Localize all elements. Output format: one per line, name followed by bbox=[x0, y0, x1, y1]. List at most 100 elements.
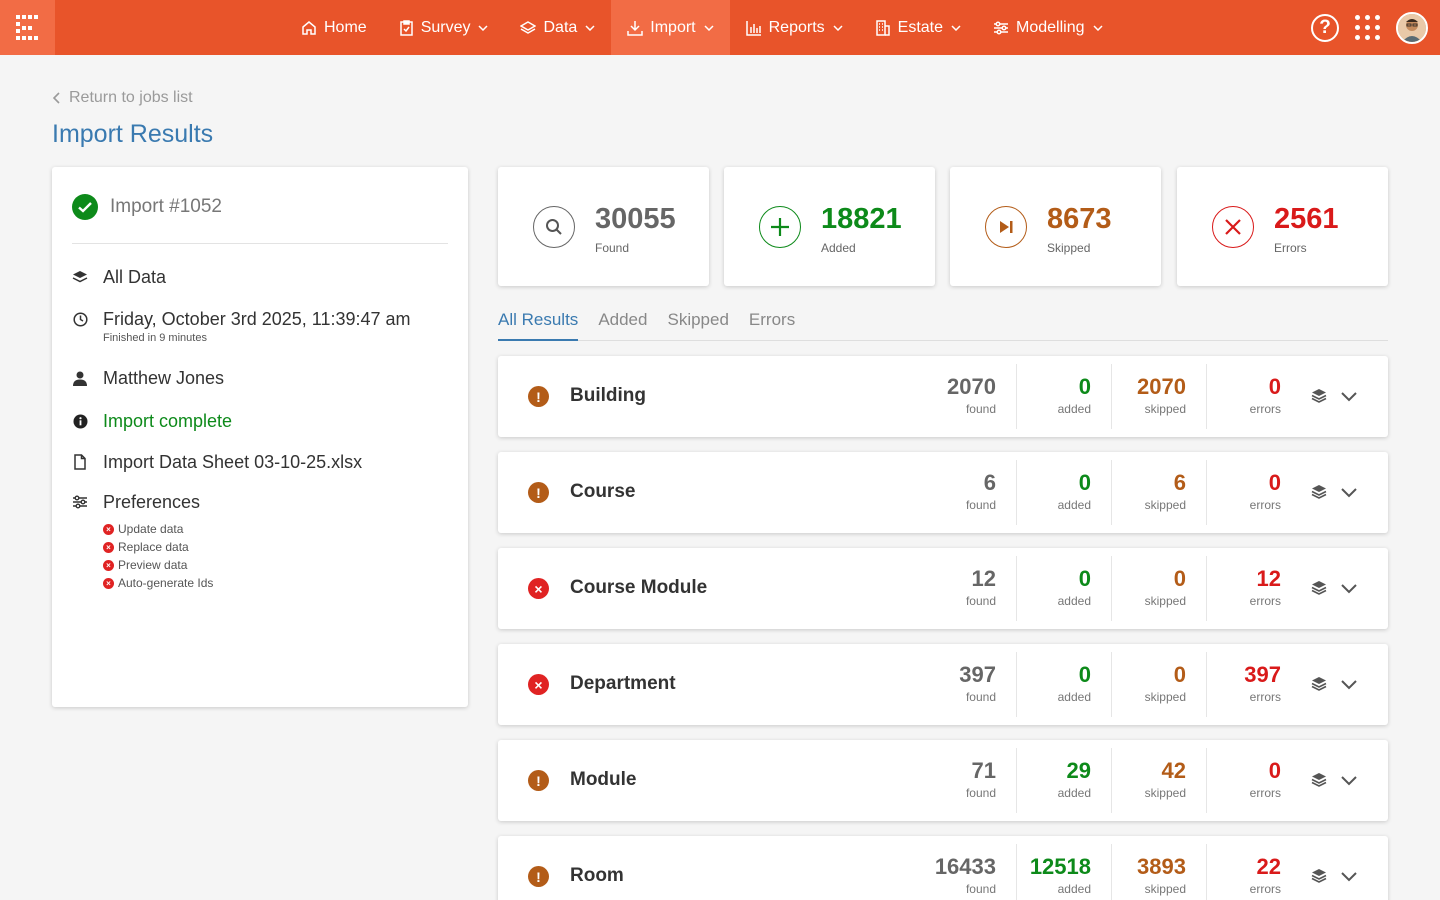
nav-reports[interactable]: Reports bbox=[730, 0, 859, 55]
close-icon bbox=[1212, 206, 1254, 248]
expand-chevron-icon[interactable] bbox=[1341, 581, 1357, 599]
cell-divider bbox=[1206, 652, 1207, 717]
errors-label: errors bbox=[1249, 786, 1281, 800]
stat-card-skipped: 8673 Skipped bbox=[950, 167, 1161, 286]
entity-name: Course Module bbox=[570, 577, 708, 598]
user-avatar[interactable] bbox=[1396, 11, 1428, 44]
result-row-department[interactable]: × Department 397 found 0 added 0 skipped 39… bbox=[498, 644, 1388, 725]
plus-icon bbox=[759, 206, 801, 248]
cell-divider bbox=[1206, 364, 1207, 429]
result-row-building[interactable]: ! Building 2070 found 0 added 2070 skipped … bbox=[498, 356, 1388, 437]
cell-divider bbox=[1111, 844, 1112, 900]
added-label: added bbox=[1057, 882, 1091, 896]
cell-divider bbox=[1206, 844, 1207, 900]
nav-label: Data bbox=[543, 18, 578, 36]
entity-name: Department bbox=[570, 673, 676, 694]
import-duration: Finished in 9 minutes bbox=[103, 332, 207, 344]
nav-home[interactable]: Home bbox=[285, 0, 383, 55]
nav-import[interactable]: Import bbox=[611, 0, 730, 55]
found-label: found bbox=[965, 786, 996, 800]
bar-chart-icon bbox=[745, 20, 761, 36]
error-icon: × bbox=[528, 674, 549, 695]
return-link-label: Return to jobs list bbox=[69, 89, 193, 106]
tab-errors[interactable]: Errors bbox=[749, 310, 795, 341]
layers-icon[interactable] bbox=[1311, 676, 1327, 696]
cell-divider bbox=[1016, 844, 1017, 900]
cell-divider bbox=[1111, 460, 1112, 525]
preferences-label: Preferences bbox=[103, 492, 201, 512]
app-logo[interactable] bbox=[0, 0, 55, 55]
tab-all-results[interactable]: All Results bbox=[498, 310, 579, 341]
nav-modelling[interactable]: Modelling bbox=[977, 0, 1118, 55]
expand-chevron-icon[interactable] bbox=[1341, 389, 1357, 407]
nav-estate[interactable]: Estate bbox=[859, 0, 977, 55]
found-value: 6 bbox=[983, 470, 996, 495]
result-row-room[interactable]: ! Room 16433 found 12518 added 3893 skipped… bbox=[498, 836, 1388, 900]
layers-icon[interactable] bbox=[1311, 484, 1327, 504]
added-label: added bbox=[1057, 594, 1091, 608]
layers-icon[interactable] bbox=[1311, 580, 1327, 600]
expand-chevron-icon[interactable] bbox=[1341, 677, 1357, 695]
return-to-jobs-link[interactable]: Return to jobs list bbox=[53, 89, 193, 107]
found-value: 397 bbox=[959, 662, 996, 687]
sliders-icon bbox=[73, 495, 87, 509]
cell-divider bbox=[1016, 460, 1017, 525]
layers-icon[interactable] bbox=[1311, 868, 1327, 888]
entity-name: Building bbox=[570, 385, 646, 406]
stat-card-added: 18821 Added bbox=[724, 167, 935, 286]
close-circle-icon: × bbox=[103, 577, 114, 589]
skipped-value: 3893 bbox=[1137, 854, 1186, 879]
preference-item: × Update data bbox=[103, 520, 213, 538]
preference-item: × Auto-generate Ids bbox=[103, 574, 213, 592]
added-cell: 0 added bbox=[1058, 556, 1091, 621]
found-cell: 397 found bbox=[959, 652, 996, 717]
expand-chevron-icon[interactable] bbox=[1341, 773, 1357, 791]
tab-added[interactable]: Added bbox=[598, 310, 647, 341]
apps-grid-icon[interactable] bbox=[1355, 15, 1380, 40]
user-row: Matthew Jones bbox=[72, 368, 224, 388]
import-user: Matthew Jones bbox=[103, 368, 225, 388]
import-datetime: Friday, October 3rd 2025, 11:39:47 am bbox=[103, 309, 411, 329]
cell-divider bbox=[1016, 364, 1017, 429]
expand-chevron-icon[interactable] bbox=[1341, 869, 1357, 887]
layers-icon[interactable] bbox=[1311, 772, 1327, 792]
home-icon bbox=[302, 20, 316, 35]
stat-label: Added bbox=[821, 241, 856, 255]
chevron-down-icon bbox=[585, 24, 595, 31]
found-cell: 71 found bbox=[966, 748, 996, 813]
skipped-value: 6 bbox=[1173, 470, 1186, 495]
added-cell: 12518 added bbox=[1030, 844, 1091, 900]
stat-value: 2561 bbox=[1274, 203, 1339, 235]
nav-data[interactable]: Data bbox=[504, 0, 611, 55]
result-row-course[interactable]: ! Course 6 found 0 added 6 skipped 0 errors bbox=[498, 452, 1388, 533]
skipped-label: skipped bbox=[1144, 786, 1186, 800]
stat-value: 8673 bbox=[1047, 203, 1112, 235]
found-cell: 6 found bbox=[966, 460, 996, 525]
sliders-icon bbox=[994, 20, 1009, 35]
dataset-label: All Data bbox=[103, 267, 167, 287]
nav-survey[interactable]: Survey bbox=[383, 0, 505, 55]
error-icon: × bbox=[528, 578, 549, 599]
result-row-module[interactable]: ! Module 71 found 29 added 42 skipped 0 erro… bbox=[498, 740, 1388, 821]
skipped-cell: 0 skipped bbox=[1145, 556, 1186, 621]
errors-label: errors bbox=[1249, 882, 1281, 896]
result-row-course-module[interactable]: × Course Module 12 found 0 added 0 skipped … bbox=[498, 548, 1388, 629]
skipped-label: skipped bbox=[1144, 402, 1186, 416]
top-right-controls: ? bbox=[1311, 0, 1440, 55]
cell-divider bbox=[1111, 556, 1112, 621]
found-value: 12 bbox=[971, 566, 996, 591]
expand-chevron-icon[interactable] bbox=[1341, 485, 1357, 503]
search-icon bbox=[533, 206, 575, 248]
tab-skipped[interactable]: Skipped bbox=[667, 310, 728, 341]
import-id: Import #1052 bbox=[72, 194, 222, 220]
help-icon[interactable]: ? bbox=[1311, 13, 1339, 42]
errors-cell: 0 errors bbox=[1250, 460, 1281, 525]
warning-icon: ! bbox=[528, 386, 549, 407]
import-id-label: Import #1052 bbox=[110, 196, 222, 217]
added-cell: 0 added bbox=[1058, 460, 1091, 525]
added-value: 12518 bbox=[1029, 854, 1091, 879]
nav-label: Estate bbox=[897, 18, 944, 36]
skipped-cell: 42 skipped bbox=[1145, 748, 1186, 813]
skipped-value: 0 bbox=[1173, 566, 1186, 591]
layers-icon[interactable] bbox=[1311, 388, 1327, 408]
